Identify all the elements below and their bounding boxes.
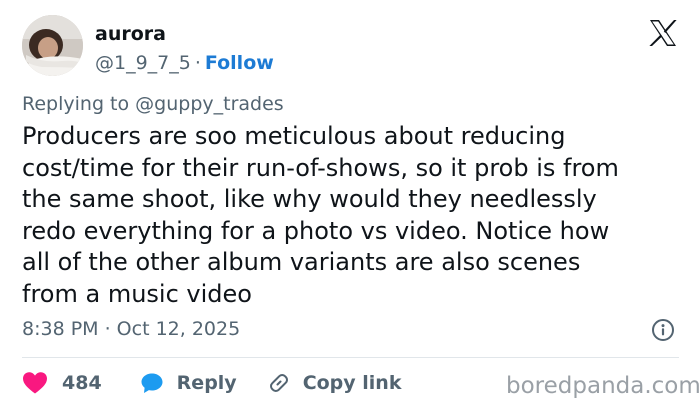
separator-dot: · bbox=[194, 52, 201, 74]
display-name[interactable]: aurora bbox=[95, 22, 274, 46]
divider bbox=[22, 357, 679, 358]
copy-link-button[interactable]: Copy link bbox=[267, 371, 402, 395]
action-bar: 484 Reply Copy link bbox=[22, 369, 401, 397]
tweet-card: aurora @1_9_7_5 · Follow Replying to @gupp… bbox=[0, 0, 700, 410]
reply-context[interactable]: Replying to @guppy_trades bbox=[22, 92, 284, 116]
info-icon[interactable] bbox=[651, 318, 675, 342]
tweet-text-line: redo everything for a photo vs video. No… bbox=[22, 216, 610, 245]
reply-label: Reply bbox=[176, 372, 237, 394]
avatar-photo bbox=[22, 15, 83, 76]
link-icon bbox=[269, 374, 288, 392]
watermark: boredpanda.com bbox=[506, 373, 700, 399]
like-button[interactable]: 484 bbox=[22, 371, 102, 395]
tweet-text-line: Producers are soo meticulous about reduc… bbox=[22, 122, 566, 150]
reply-button[interactable]: Reply bbox=[140, 371, 237, 395]
tweet-text: Producers are soo meticulous about reduc… bbox=[22, 121, 662, 310]
handle-row: @1_9_7_5 · Follow bbox=[95, 51, 274, 75]
like-count: 484 bbox=[62, 372, 102, 394]
author-info: aurora @1_9_7_5 · Follow bbox=[95, 22, 274, 75]
timestamp[interactable]: 8:38 PM · Oct 12, 2025 bbox=[22, 317, 240, 341]
speech-bubble-icon bbox=[141, 373, 163, 393]
tweet-text-line: from a music video bbox=[22, 279, 252, 308]
user-handle[interactable]: @1_9_7_5 bbox=[95, 52, 191, 74]
avatar[interactable] bbox=[22, 15, 83, 76]
tweet-text-line: all of the other album variants are also… bbox=[22, 248, 581, 276]
heart-icon bbox=[23, 372, 47, 394]
x-logo-icon[interactable] bbox=[648, 18, 678, 48]
follow-button[interactable]: Follow bbox=[205, 52, 274, 74]
tweet-text-line: the same shoot, like why would they need… bbox=[22, 185, 597, 213]
tweet-text-line: cost/time for their run-of-shows, so it … bbox=[22, 153, 619, 182]
copy-link-label: Copy link bbox=[302, 372, 402, 394]
